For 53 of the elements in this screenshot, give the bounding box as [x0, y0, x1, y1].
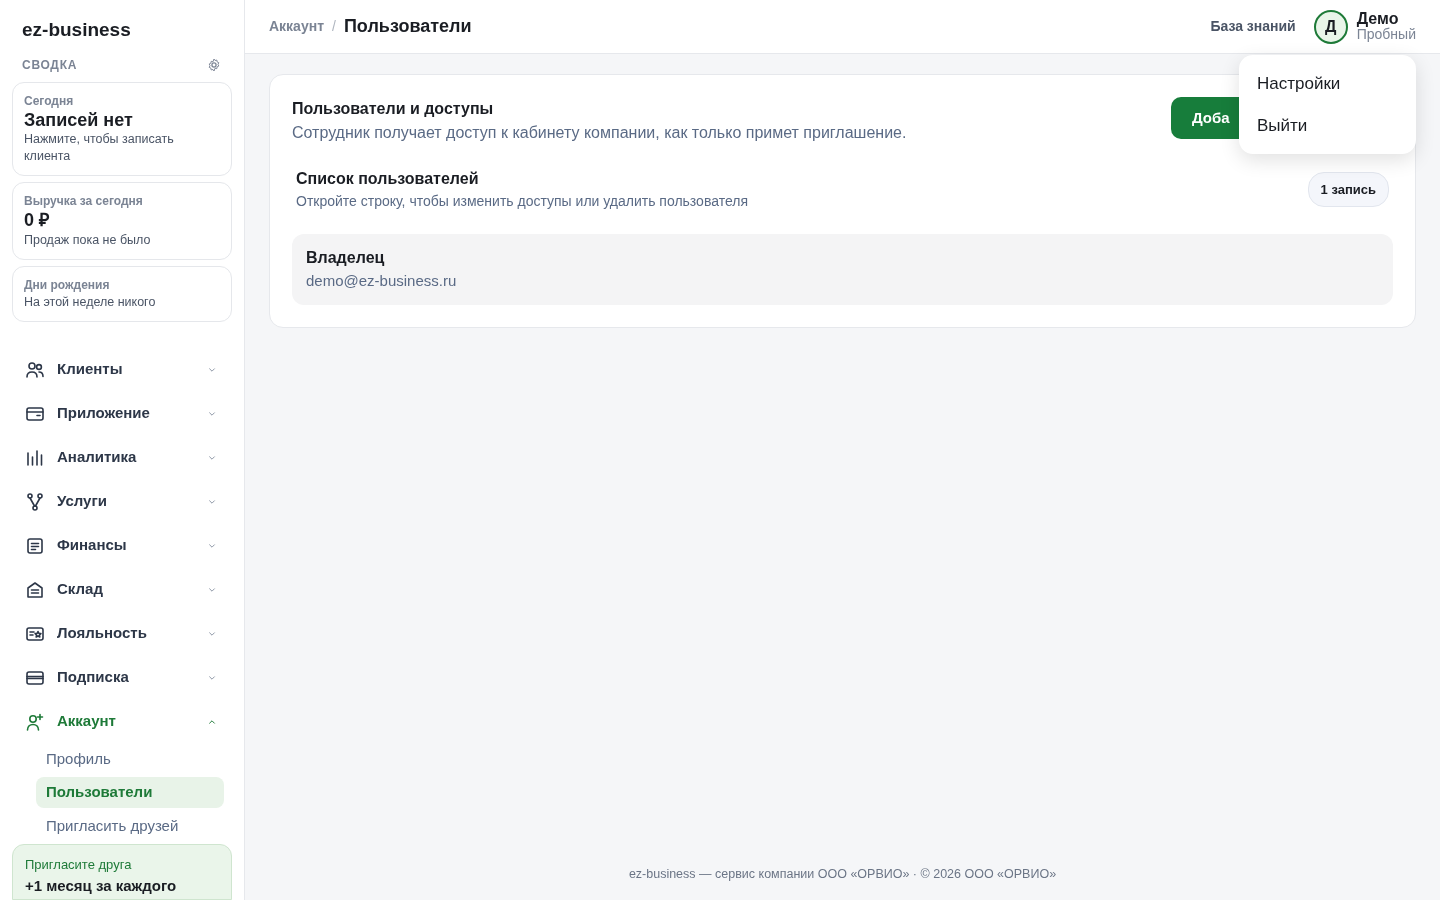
promo-card[interactable]: Пригласите друга +1 месяц за каждого — [12, 844, 232, 900]
help-link[interactable]: База знаний — [1210, 16, 1296, 37]
menu-item[interactable]: Настройки — [1239, 63, 1416, 105]
sidebar-item[interactable]: Лояльность — [12, 611, 232, 656]
section-heading: СВОДКА — [22, 56, 78, 74]
user-avatar[interactable]: Д — [1313, 9, 1348, 44]
user-plan: Пробный — [1356, 26, 1416, 43]
summary-card[interactable]: Сегодня Записей нет Нажмите, чтобы записать клиента — [12, 81, 232, 177]
document-icon — [25, 535, 45, 556]
sidebar-item[interactable]: Услуги — [12, 479, 232, 524]
card-label: Выручка за сегодня — [24, 193, 144, 211]
user-role: Владелец — [306, 248, 386, 268]
panel-description: Сотрудник получает доступ к кабинету компании, как только примет приглашение. — [292, 123, 908, 143]
users-icon — [25, 359, 45, 380]
bar-chart-icon — [25, 447, 45, 468]
card-value: Записей нет — [24, 109, 134, 132]
card-label: Сегодня — [24, 92, 75, 110]
sidebar-item[interactable]: Аналитика — [12, 435, 232, 480]
sidebar-item[interactable]: Финансы — [12, 523, 232, 568]
sidebar-item[interactable]: Склад — [12, 567, 232, 612]
user-plus-icon — [25, 711, 45, 732]
promo-title: Пригласите друга — [25, 856, 133, 874]
card-value: 0 ₽ — [24, 210, 50, 232]
menu-item[interactable]: Выйти — [1239, 104, 1416, 146]
submenu-item[interactable]: Пригласить друзей — [36, 810, 224, 841]
breadcrumb-separator: / — [332, 17, 336, 36]
sidebar-item[interactable]: Клиенты — [12, 347, 232, 392]
footer-text: ez-business — сервис компании ООО «ОРВИО» · © 2026 ООО «ОРВИО» — [627, 866, 1058, 884]
submenu-item[interactable]: Пользователи — [36, 777, 224, 808]
card-note: Продаж пока не было — [24, 231, 152, 249]
panel-title: Пользователи и доступы — [292, 99, 495, 119]
user-row[interactable]: Владелец demo@ez-business.ru — [292, 234, 1393, 305]
submenu-item[interactable]: Профиль — [36, 743, 224, 774]
settings-icon[interactable] — [206, 56, 222, 73]
summary-card[interactable]: Выручка за сегодня 0 ₽ Продаж пока не было — [12, 182, 232, 260]
brand-logo[interactable]: ez-business — [12, 0, 232, 50]
warehouse-icon — [25, 579, 45, 600]
sidebar-item[interactable]: Приложение — [12, 391, 232, 436]
user-email: demo@ez-business.ru — [306, 271, 458, 291]
sidebar-item[interactable]: Подписка — [12, 655, 232, 700]
user-name: Демо — [1356, 10, 1399, 27]
page-title: Пользователи — [343, 15, 472, 38]
count-badge: 1 запись — [1307, 171, 1389, 208]
list-title: Список пользователей — [296, 169, 480, 189]
branch-icon — [25, 491, 45, 512]
sidebar-item[interactable]: Аккаунт — [12, 699, 232, 744]
card-label: Дни рождения — [24, 276, 111, 294]
card-note: Нажмите, чтобы записать клиента — [24, 131, 175, 166]
list-hint: Откройте строку, чтобы изменить доступы или удалить пользователя — [296, 192, 748, 211]
summary-card[interactable]: Дни рождения На этой неделе никого — [12, 265, 232, 322]
breadcrumb-link[interactable]: Аккаунт — [269, 16, 324, 37]
card-note: На этой неделе никого — [24, 293, 157, 311]
promo-text: +1 месяц за каждого — [25, 875, 178, 896]
